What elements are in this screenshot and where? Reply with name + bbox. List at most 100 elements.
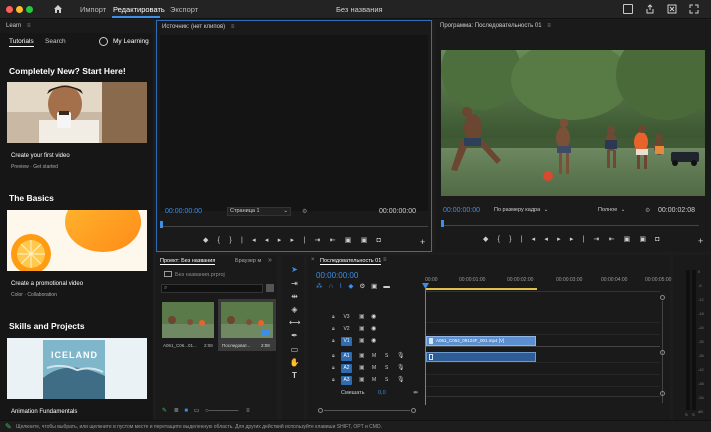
source-playhead[interactable] xyxy=(160,221,163,228)
panel-menu-icon[interactable]: ≡ xyxy=(231,24,235,30)
panel-menu-icon[interactable]: ≡ xyxy=(547,23,551,29)
sync-lock-icon[interactable]: ▣ xyxy=(359,325,365,332)
timeline-timecode[interactable]: 00:00:00:00 xyxy=(316,271,358,280)
pen-tool-icon[interactable]: ✒ xyxy=(289,330,300,341)
panel-menu-icon[interactable]: ≡ xyxy=(27,23,31,29)
razor-tool-icon[interactable]: ◈ xyxy=(289,304,300,315)
lock-icon[interactable]: 🔒︎ xyxy=(332,314,335,320)
tutorial-thumbnail-animation[interactable]: ICELAND xyxy=(7,338,147,399)
scrollbar-handle-left[interactable] xyxy=(318,408,323,413)
microphone-icon[interactable]: 🎙︎ xyxy=(397,352,405,359)
pencil-icon[interactable]: ✎ xyxy=(162,408,167,414)
tab-sequence[interactable]: Последовательность 01 xyxy=(320,258,382,265)
solo-button[interactable]: S xyxy=(385,365,388,371)
solo-button[interactable]: S xyxy=(385,377,388,383)
lock-icon[interactable]: 🔒︎ xyxy=(332,353,335,359)
tab-search[interactable]: Search xyxy=(45,38,66,45)
track-label-a3[interactable]: A3 xyxy=(341,376,352,385)
program-fit-select[interactable]: По размеру кадра ⌄ xyxy=(494,206,560,215)
new-bin-icon[interactable] xyxy=(266,284,274,292)
track-label-v3[interactable]: V3 xyxy=(341,313,352,322)
tab-project[interactable]: Проект: Без названия xyxy=(160,258,216,265)
project-item-sequence[interactable] xyxy=(221,302,273,338)
card-title-first-video[interactable]: Create your first video xyxy=(11,153,70,159)
close-window-button[interactable] xyxy=(6,6,13,13)
track-label-a2[interactable]: A2 xyxy=(341,364,352,373)
program-transport-controls[interactable]: ◆{}|◂◂▸▸|⇥⇤▣▣◘ xyxy=(483,235,695,245)
source-scrubber[interactable] xyxy=(160,221,428,227)
microphone-icon[interactable]: 🎙︎ xyxy=(397,376,405,383)
timeline-vertical-scrollbar[interactable] xyxy=(660,295,666,405)
solo-button[interactable]: S xyxy=(385,353,388,359)
wrench-icon[interactable]: ⚙ xyxy=(302,208,307,215)
panel-menu-icon[interactable]: ≡ xyxy=(383,257,387,263)
mix-value[interactable]: 0,0 xyxy=(378,390,386,396)
scrollbar-handle-bottom[interactable] xyxy=(660,391,665,396)
lock-icon[interactable]: 🔒︎ xyxy=(332,326,335,332)
program-scrubber[interactable] xyxy=(441,220,699,226)
user-icon[interactable] xyxy=(99,37,108,46)
minimize-window-button[interactable] xyxy=(16,6,23,13)
sync-lock-icon[interactable]: ▣ xyxy=(359,364,365,371)
sync-lock-icon[interactable]: ▣ xyxy=(359,313,365,320)
icon-view-icon[interactable]: ■ xyxy=(184,408,188,414)
scrollbar-thumb[interactable] xyxy=(324,410,410,411)
tutorial-thumbnail-promo-video[interactable] xyxy=(7,210,147,271)
sync-lock-icon[interactable]: ▣ xyxy=(359,337,365,344)
lock-icon[interactable]: 🔒︎ xyxy=(332,377,335,383)
program-timecode-in[interactable]: 00:00:00:00 xyxy=(443,207,480,214)
share-icon[interactable] xyxy=(645,4,655,14)
track-label-v2[interactable]: V2 xyxy=(341,325,352,334)
my-learning-link[interactable]: My Learning xyxy=(113,38,149,45)
track-lane-a2[interactable] xyxy=(425,363,660,375)
program-video-frame[interactable] xyxy=(441,50,705,196)
mute-button[interactable]: M xyxy=(372,377,376,383)
microphone-icon[interactable]: 🎙︎ xyxy=(397,364,405,371)
track-label-v1[interactable]: V1 xyxy=(341,337,352,346)
type-tool-icon[interactable]: T xyxy=(289,370,300,381)
track-lane-v2[interactable] xyxy=(425,323,660,335)
source-transport-controls[interactable]: ◆{}|◂◂▸▸|⇥⇤▣▣◘ xyxy=(203,236,423,246)
program-playhead[interactable] xyxy=(441,220,444,227)
project-item-clip[interactable] xyxy=(162,302,214,338)
scrollbar-handle-top[interactable] xyxy=(660,295,665,300)
freeform-view-icon[interactable]: ▭ xyxy=(194,408,200,414)
project-footer-toolbar[interactable]: ✎ ≣ ■ ▭ ○─────── ≡ xyxy=(162,407,272,415)
tutorial-thumbnail-first-video[interactable] xyxy=(7,82,147,143)
timeline-audio-clip[interactable] xyxy=(426,352,536,362)
track-lane-a3[interactable] xyxy=(425,375,660,387)
mute-button[interactable]: M xyxy=(372,353,376,359)
add-button-icon[interactable]: + xyxy=(698,236,703,246)
nav-import[interactable]: Импорт xyxy=(80,5,106,14)
track-label-a1[interactable]: A1 xyxy=(341,352,352,361)
sync-lock-icon[interactable]: ▣ xyxy=(359,352,365,359)
sync-lock-icon[interactable]: ▣ xyxy=(359,376,365,383)
close-tab-icon[interactable]: × xyxy=(311,257,315,263)
scrollbar-handle-right[interactable] xyxy=(411,408,416,413)
solo-right-button[interactable]: S xyxy=(692,412,695,417)
track-lane-v3[interactable] xyxy=(425,311,660,323)
nav-export[interactable]: Экспорт xyxy=(170,5,198,14)
workspaces-icon[interactable] xyxy=(623,4,633,14)
lock-icon[interactable]: 🔒︎ xyxy=(332,338,335,344)
list-view-icon[interactable]: ≣ xyxy=(174,408,179,414)
sort-icon[interactable]: ≡ xyxy=(246,408,250,414)
ripple-edit-tool-icon[interactable]: ⇹ xyxy=(289,291,300,302)
mute-button[interactable]: M xyxy=(372,365,376,371)
home-icon[interactable] xyxy=(53,4,63,14)
work-area-bar[interactable] xyxy=(425,288,537,290)
zoom-slider[interactable]: ○─────── xyxy=(205,408,238,414)
fullscreen-icon[interactable] xyxy=(689,4,699,14)
more-tabs-icon[interactable]: » xyxy=(268,257,272,264)
rectangle-tool-icon[interactable]: ▭ xyxy=(289,344,300,355)
quick-export-icon[interactable] xyxy=(667,4,677,14)
nav-edit[interactable]: Редактировать xyxy=(113,5,165,14)
zoom-window-button[interactable] xyxy=(26,6,33,13)
track-select-tool-icon[interactable]: ⇥ xyxy=(289,278,300,289)
program-quality-select[interactable]: Полное ⌄ xyxy=(598,206,638,215)
source-page-select[interactable]: Страница 1 ⌄ xyxy=(227,207,291,216)
timeline-toolbar[interactable]: ⁂∩⌇◆⚙▣▬ xyxy=(316,282,414,290)
solo-left-button[interactable]: S xyxy=(685,412,688,417)
add-button-icon[interactable]: + xyxy=(420,237,425,247)
eye-icon[interactable]: ◉ xyxy=(371,337,376,344)
